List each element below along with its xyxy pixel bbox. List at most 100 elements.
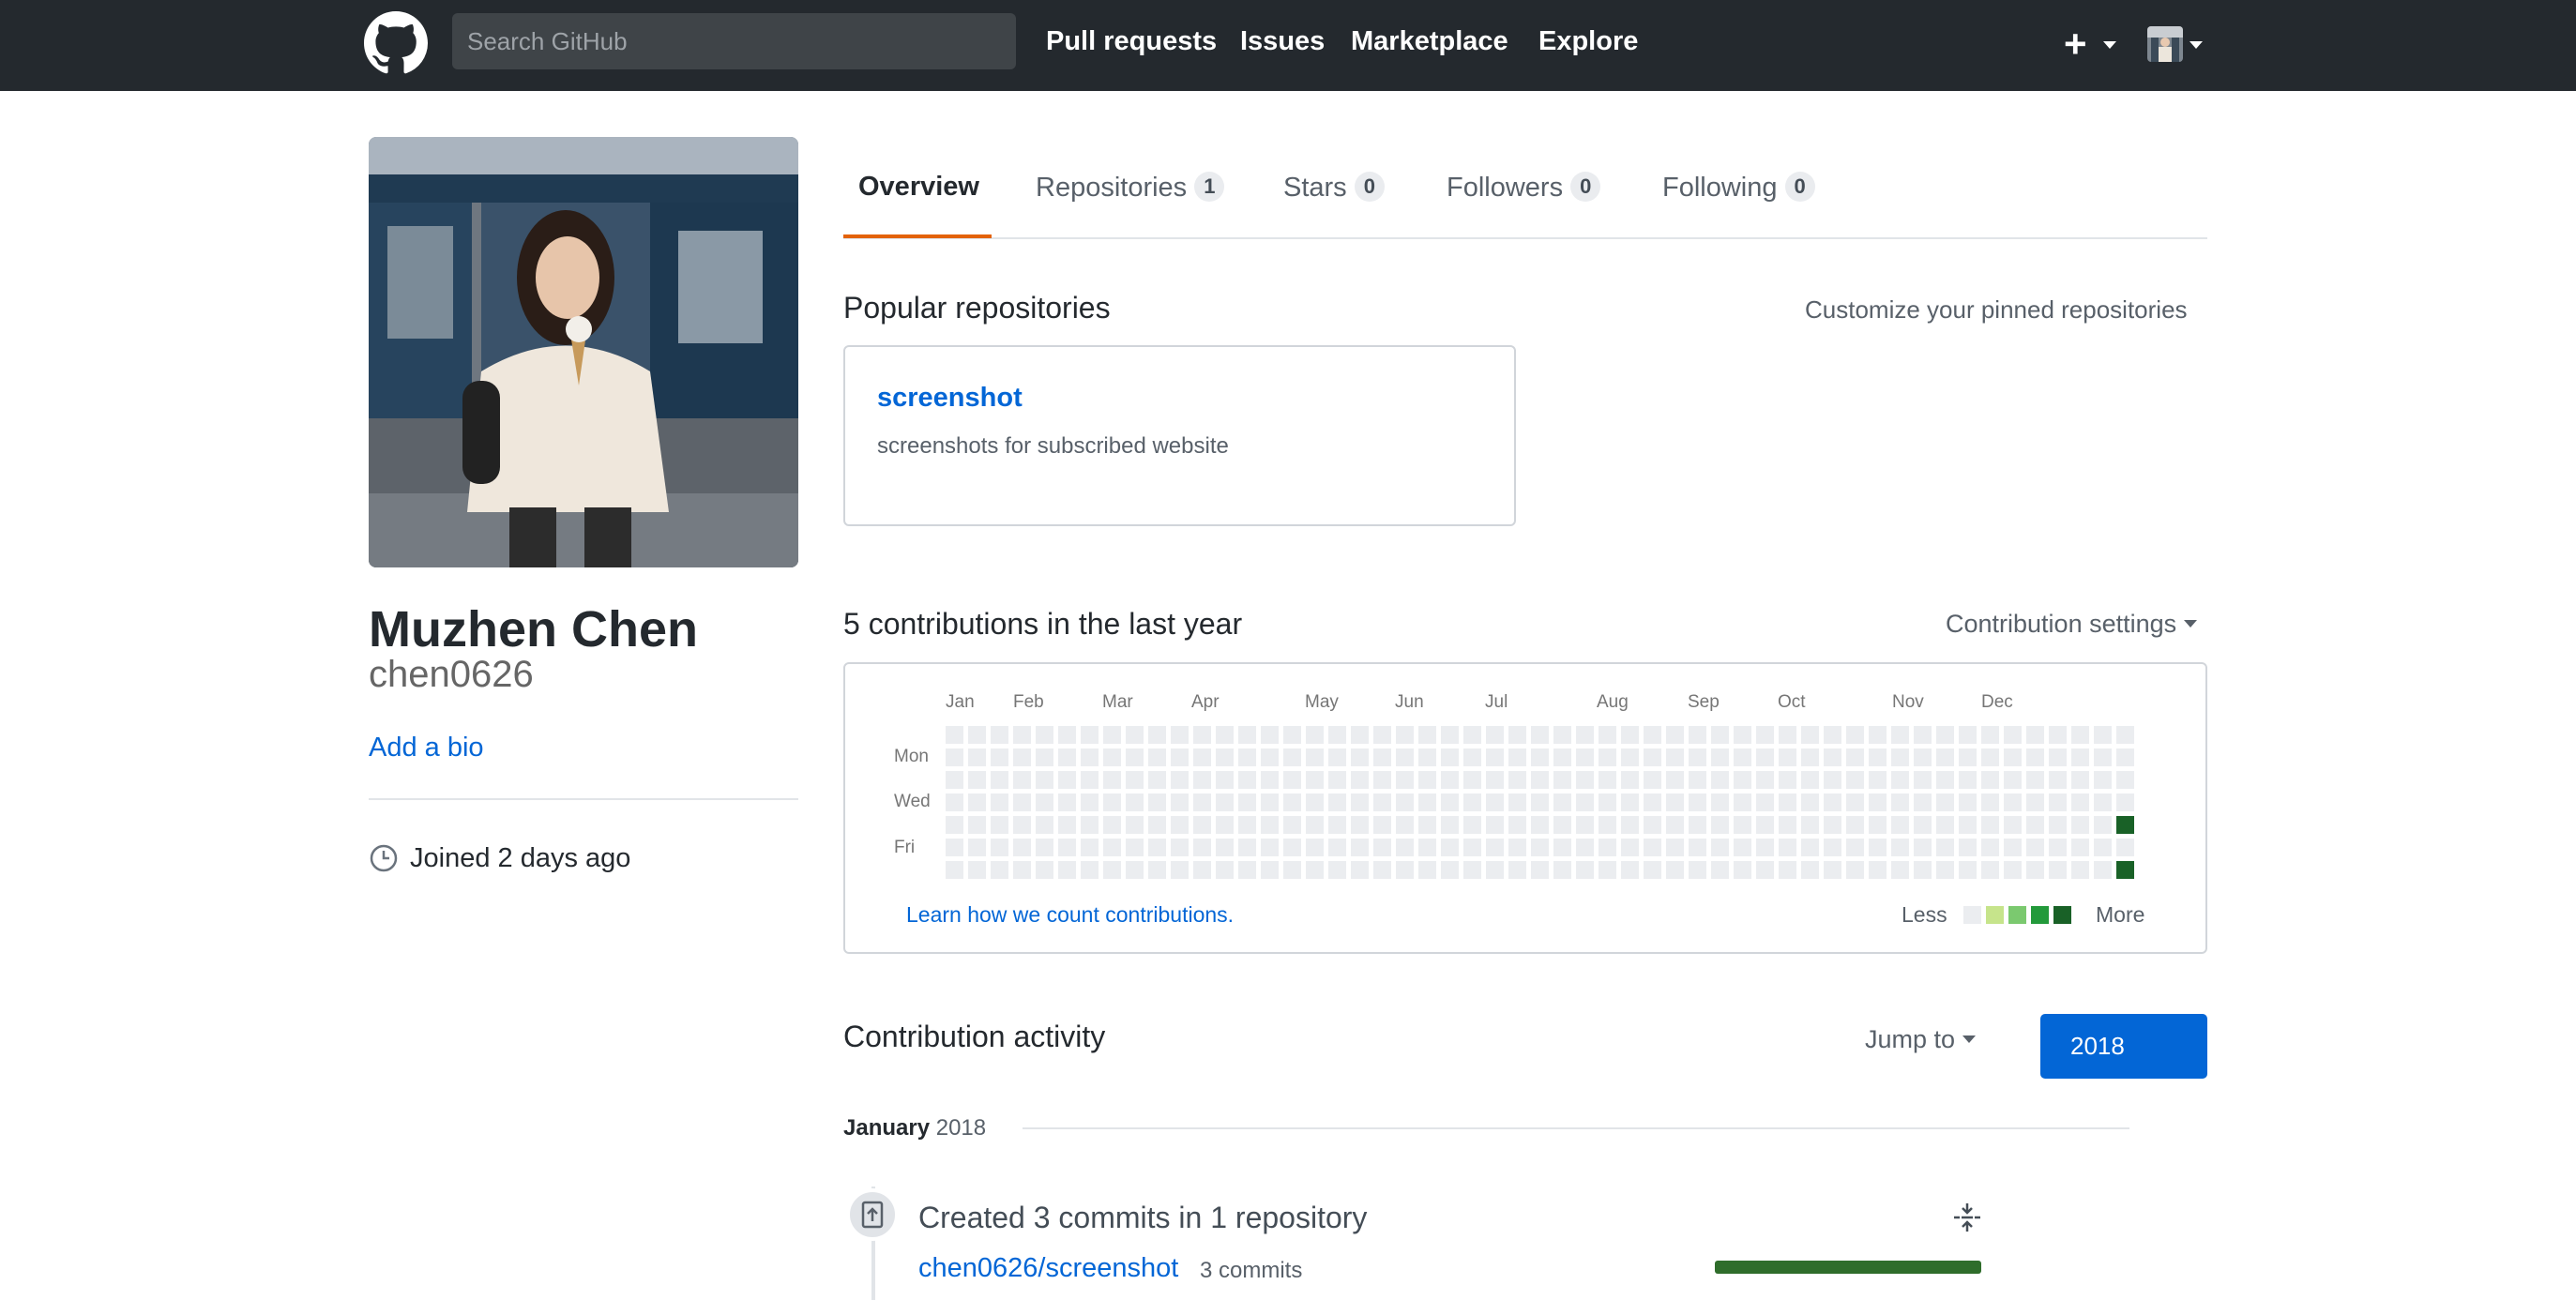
contribution-day[interactable] xyxy=(1599,839,1616,856)
contribution-day[interactable] xyxy=(946,861,963,879)
contribution-day-active[interactable] xyxy=(2116,816,2134,834)
contribution-day[interactable] xyxy=(1351,861,1369,879)
contribution-day[interactable] xyxy=(1351,816,1369,834)
contribution-day[interactable] xyxy=(1486,748,1504,766)
contribution-day[interactable] xyxy=(2049,771,2067,789)
contribution-day[interactable] xyxy=(1553,771,1571,789)
contribution-day[interactable] xyxy=(1328,816,1346,834)
contribution-day[interactable] xyxy=(2004,861,2022,879)
contribution-day[interactable] xyxy=(1959,794,1977,811)
contribution-day[interactable] xyxy=(1644,816,1661,834)
contribution-day[interactable] xyxy=(1238,816,1256,834)
contribution-day[interactable] xyxy=(1463,839,1481,856)
contribution-day[interactable] xyxy=(1396,794,1414,811)
contribution-day[interactable] xyxy=(1869,861,1887,879)
contribution-day[interactable] xyxy=(1306,771,1324,789)
contribution-day[interactable] xyxy=(1779,748,1796,766)
contribution-day[interactable] xyxy=(1058,839,1076,856)
contribution-day[interactable] xyxy=(1711,771,1729,789)
contribution-day[interactable] xyxy=(1959,816,1977,834)
contribution-day[interactable] xyxy=(1148,726,1166,744)
contribution-day[interactable] xyxy=(1486,771,1504,789)
contribution-day[interactable] xyxy=(1553,748,1571,766)
contribution-day[interactable] xyxy=(1936,726,1954,744)
contribution-day[interactable] xyxy=(1621,771,1639,789)
contribution-day[interactable] xyxy=(1328,726,1346,744)
contribution-day[interactable] xyxy=(1238,771,1256,789)
contribution-day[interactable] xyxy=(1103,771,1121,789)
contribution-day[interactable] xyxy=(1801,771,1819,789)
contribution-day[interactable] xyxy=(1013,726,1031,744)
contribution-day[interactable] xyxy=(1148,839,1166,856)
contribution-day[interactable] xyxy=(1171,771,1189,789)
contribution-day[interactable] xyxy=(1981,839,1999,856)
contribution-day[interactable] xyxy=(1238,794,1256,811)
contribution-day[interactable] xyxy=(1193,816,1211,834)
contribution-day[interactable] xyxy=(1914,771,1932,789)
contribution-day[interactable] xyxy=(1328,794,1346,811)
contribution-day[interactable] xyxy=(1936,861,1954,879)
contribution-day[interactable] xyxy=(1553,861,1571,879)
contribution-day[interactable] xyxy=(1036,726,1053,744)
contribution-day[interactable] xyxy=(1283,726,1301,744)
contribution-day[interactable] xyxy=(1486,726,1504,744)
contribution-day[interactable] xyxy=(1846,748,1864,766)
contribution-day[interactable] xyxy=(1306,794,1324,811)
contribution-day[interactable] xyxy=(1441,861,1459,879)
contribution-day[interactable] xyxy=(1959,861,1977,879)
contribution-day-active[interactable] xyxy=(2116,861,2134,879)
contribution-day[interactable] xyxy=(1734,726,1751,744)
contribution-day[interactable] xyxy=(1193,748,1211,766)
contribution-day[interactable] xyxy=(1216,726,1234,744)
contribution-day[interactable] xyxy=(968,726,986,744)
contribution-day[interactable] xyxy=(946,794,963,811)
contribution-day[interactable] xyxy=(1689,771,1706,789)
contribution-day[interactable] xyxy=(1171,748,1189,766)
contribution-day[interactable] xyxy=(1441,771,1459,789)
contribution-day[interactable] xyxy=(1306,748,1324,766)
contribution-day[interactable] xyxy=(1801,816,1819,834)
contribution-day[interactable] xyxy=(1373,748,1391,766)
contribution-day[interactable] xyxy=(1981,771,1999,789)
contribution-day[interactable] xyxy=(1148,794,1166,811)
contribution-day[interactable] xyxy=(1396,861,1414,879)
contribution-day[interactable] xyxy=(1508,794,1526,811)
contribution-day[interactable] xyxy=(1463,748,1481,766)
contribution-day[interactable] xyxy=(1486,816,1504,834)
contribution-day[interactable] xyxy=(1734,794,1751,811)
contribution-day[interactable] xyxy=(1036,794,1053,811)
contribution-day[interactable] xyxy=(1171,839,1189,856)
contribution-day[interactable] xyxy=(1869,748,1887,766)
contribution-day[interactable] xyxy=(1306,839,1324,856)
contribution-day[interactable] xyxy=(1824,839,1841,856)
contribution-day[interactable] xyxy=(1261,726,1279,744)
contribution-day[interactable] xyxy=(1981,861,1999,879)
contribution-day[interactable] xyxy=(1486,861,1504,879)
contribution-day[interactable] xyxy=(2116,794,2134,811)
contribution-day[interactable] xyxy=(1824,861,1841,879)
contribution-day[interactable] xyxy=(1508,839,1526,856)
contribution-day[interactable] xyxy=(1711,839,1729,856)
github-logo-icon[interactable] xyxy=(364,11,428,75)
learn-contributions-link[interactable]: Learn how we count contributions. xyxy=(906,902,1234,928)
contribution-day[interactable] xyxy=(991,816,1008,834)
contribution-day[interactable] xyxy=(1373,861,1391,879)
contribution-day[interactable] xyxy=(1238,861,1256,879)
contribution-day[interactable] xyxy=(1508,771,1526,789)
contribution-day[interactable] xyxy=(2026,816,2044,834)
contribution-day[interactable] xyxy=(1486,794,1504,811)
contribution-day[interactable] xyxy=(1756,839,1774,856)
contribution-day[interactable] xyxy=(1373,839,1391,856)
contribution-day[interactable] xyxy=(1013,861,1031,879)
contribution-day[interactable] xyxy=(1869,839,1887,856)
contribution-day[interactable] xyxy=(1734,839,1751,856)
contribution-day[interactable] xyxy=(1013,839,1031,856)
contribution-day[interactable] xyxy=(1351,794,1369,811)
plus-icon[interactable]: + xyxy=(2064,19,2087,69)
contribution-day[interactable] xyxy=(1936,771,1954,789)
contribution-day[interactable] xyxy=(991,861,1008,879)
contribution-day[interactable] xyxy=(991,748,1008,766)
contribution-day[interactable] xyxy=(2094,771,2112,789)
contribution-day[interactable] xyxy=(1238,726,1256,744)
contribution-day[interactable] xyxy=(1418,839,1436,856)
